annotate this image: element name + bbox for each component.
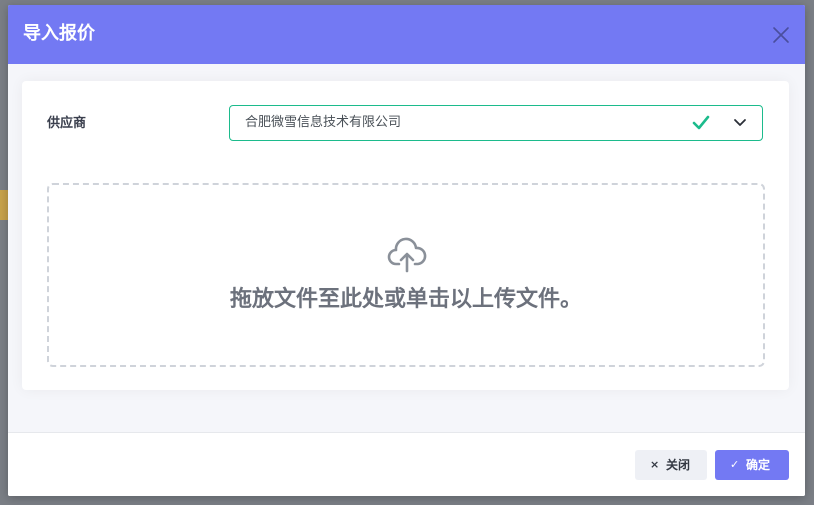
form-card: 供应商 合肥微雪信息技术有限公司 拖放文件至此处或单击以上传文件。	[22, 81, 789, 390]
close-button-label: 关闭	[666, 458, 691, 472]
close-icon[interactable]	[771, 25, 791, 45]
background-tag	[0, 190, 8, 220]
supplier-label: 供应商	[47, 116, 87, 131]
dropzone-text: 拖放文件至此处或单击以上传文件。	[229, 287, 582, 312]
chevron-down-icon[interactable]	[733, 117, 747, 129]
close-button[interactable]: × 关闭	[635, 450, 707, 480]
confirm-button-label: 确定	[746, 458, 771, 472]
file-dropzone[interactable]: 拖放文件至此处或单击以上传文件。	[47, 183, 765, 367]
import-quote-dialog: 导入报价 供应商 合肥微雪信息技术有限公司 拖放文件至此处或单击以上传文件。 ×…	[8, 5, 805, 496]
close-button-icon: ×	[650, 458, 660, 471]
dialog-title: 导入报价	[23, 23, 95, 44]
dialog-footer: × 关闭 ✓ 确定	[8, 432, 805, 496]
dialog-body: 供应商 合肥微雪信息技术有限公司 拖放文件至此处或单击以上传文件。	[8, 64, 805, 432]
supplier-select-value: 合肥微雪信息技术有限公司	[245, 115, 402, 130]
check-icon	[692, 115, 710, 130]
confirm-button[interactable]: ✓ 确定	[715, 450, 789, 480]
dialog-header: 导入报价	[8, 5, 805, 64]
check-icon: ✓	[730, 458, 740, 471]
supplier-select[interactable]: 合肥微雪信息技术有限公司	[229, 105, 763, 141]
cloud-upload-icon	[387, 237, 427, 273]
